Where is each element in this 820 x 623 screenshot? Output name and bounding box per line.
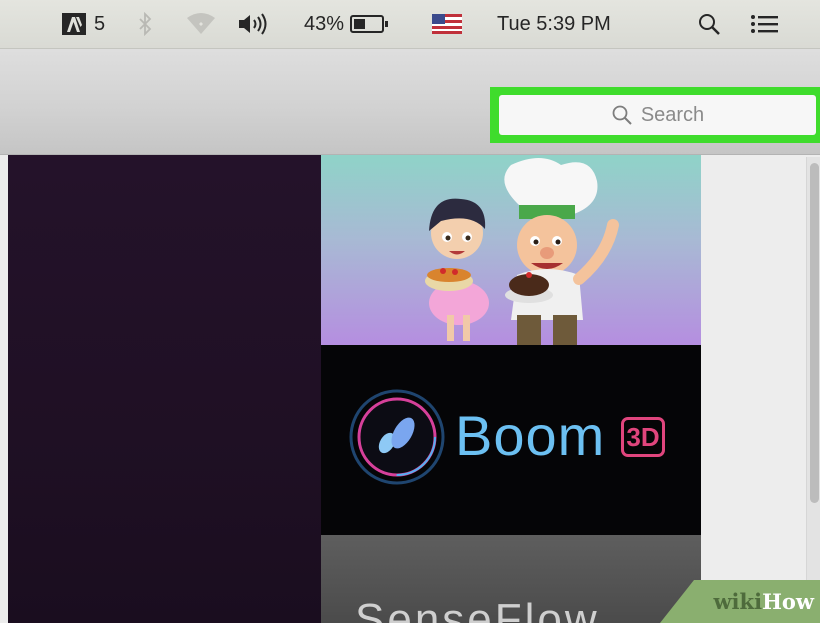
adobe-menu-extra[interactable]: 5	[62, 0, 105, 48]
battery-icon	[350, 15, 389, 33]
vertical-scrollbar[interactable]	[806, 157, 820, 623]
us-flag-icon[interactable]	[432, 0, 462, 48]
wifi-icon[interactable]	[186, 0, 216, 48]
boom-3d-badge: 3D	[621, 417, 665, 457]
boom-3d-banner[interactable]: Boom 3D	[321, 345, 701, 535]
watermark-how: How	[762, 589, 814, 614]
store-content: Boom 3D SenseFlow	[0, 155, 820, 623]
sidebar-edge	[0, 155, 8, 623]
search-placeholder: Search	[640, 103, 705, 126]
boom-title: Boom	[455, 404, 606, 467]
content-gutter	[701, 155, 820, 623]
scrollbar-thumb[interactable]	[810, 163, 819, 503]
watermark-wiki: wiki	[713, 589, 763, 614]
boom-speaker-icon	[349, 389, 445, 485]
adobe-update-count: 5	[94, 12, 106, 35]
window-toolbar: Search	[0, 49, 820, 155]
senseflow-banner[interactable]: SenseFlow	[321, 535, 701, 623]
volume-icon[interactable]	[237, 0, 277, 48]
clock-text: Tue 5:39 PM	[497, 12, 611, 35]
cooking-game-banner[interactable]	[321, 155, 701, 345]
battery-status[interactable]: 43%	[304, 0, 390, 48]
adobe-icon	[62, 13, 86, 35]
spotlight-icon[interactable]	[697, 0, 721, 48]
menu-clock[interactable]: Tue 5:39 PM	[497, 0, 611, 48]
search-icon	[612, 105, 632, 125]
battery-percent: 43%	[304, 12, 345, 35]
bluetooth-icon[interactable]	[138, 0, 152, 48]
search-highlight: Search	[490, 87, 820, 143]
notification-list-icon[interactable]	[750, 0, 780, 48]
search-input[interactable]: Search	[499, 95, 816, 135]
chef-characters-illustration	[425, 158, 619, 345]
senseflow-title: SenseFlow	[355, 595, 600, 623]
featured-dark-panel	[8, 155, 321, 623]
menu-bar: 5 43% Tue 5:39 PM	[0, 0, 820, 49]
